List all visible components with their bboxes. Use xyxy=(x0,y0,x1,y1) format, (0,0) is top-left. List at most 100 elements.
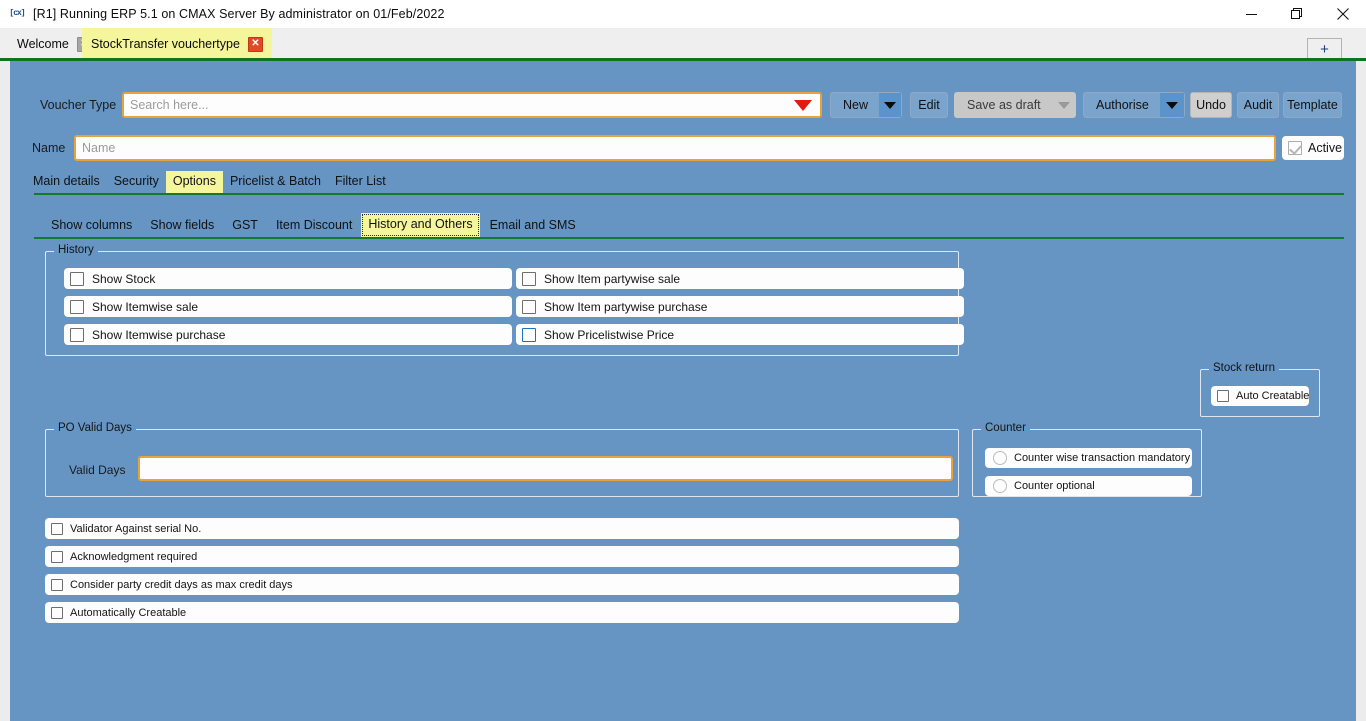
voucher-type-label: Voucher Type xyxy=(40,98,116,112)
option-label: Show Stock xyxy=(92,272,155,286)
checkbox-acknowledgment-required[interactable]: Acknowledgment required xyxy=(45,546,959,567)
checkbox-icon xyxy=(522,272,536,286)
new-button-label: New xyxy=(831,93,879,117)
radio-icon xyxy=(993,479,1007,493)
option-label: Automatically Creatable xyxy=(70,607,186,619)
subtab-show-columns[interactable]: Show columns xyxy=(43,215,141,237)
save-as-draft-button: Save as draft xyxy=(954,92,1076,118)
option-label: Validator Against serial No. xyxy=(70,523,201,535)
caret-down-icon[interactable] xyxy=(794,100,812,111)
add-tab-button[interactable]: + xyxy=(1307,38,1342,60)
application-body: Voucher Type Search here... New Edit Sav… xyxy=(10,61,1356,721)
option-label: Show Itemwise purchase xyxy=(92,328,225,342)
valid-days-input[interactable] xyxy=(138,456,953,481)
name-placeholder: Name xyxy=(82,141,115,155)
secondary-tabs-separator xyxy=(34,237,1344,239)
option-label: Counter optional xyxy=(1014,480,1095,492)
subtab-email-and-sms[interactable]: Email and SMS xyxy=(480,215,585,237)
radio-counter-optional[interactable]: Counter optional xyxy=(985,476,1192,496)
option-label: Show Pricelistwise Price xyxy=(544,328,674,342)
valid-days-label: Valid Days xyxy=(69,463,125,477)
checkbox-icon xyxy=(51,523,63,535)
checkbox-icon xyxy=(1288,141,1302,155)
chevron-down-icon[interactable] xyxy=(879,93,901,117)
audit-button[interactable]: Audit xyxy=(1237,92,1279,118)
checkbox-show-itemwise-purchase[interactable]: Show Itemwise purchase xyxy=(64,324,512,345)
checkbox-automatically-creatable[interactable]: Automatically Creatable xyxy=(45,602,959,623)
subtab-item-discount[interactable]: Item Discount xyxy=(267,215,361,237)
minimize-icon[interactable] xyxy=(1228,0,1274,28)
primary-tabs: Main details Security Options Pricelist … xyxy=(26,171,393,193)
option-label: Acknowledgment required xyxy=(70,551,197,563)
counter-group: Counter Counter wise transaction mandato… xyxy=(972,429,1202,497)
secondary-tabs: Show columns Show fields GST Item Discou… xyxy=(43,213,585,237)
voucher-type-search-input[interactable]: Search here... xyxy=(122,92,822,118)
subtab-show-fields[interactable]: Show fields xyxy=(141,215,223,237)
checkbox-consider-party-credit-days[interactable]: Consider party credit days as max credit… xyxy=(45,574,959,595)
option-label: Auto Creatable xyxy=(1236,390,1309,402)
tab-filter-list[interactable]: Filter List xyxy=(328,171,393,193)
tab-security[interactable]: Security xyxy=(107,171,166,193)
checkbox-auto-creatable[interactable]: Auto Creatable xyxy=(1211,386,1309,406)
option-label: Consider party credit days as max credit… xyxy=(70,579,293,591)
chevron-down-icon[interactable] xyxy=(1160,93,1184,117)
checkbox-icon xyxy=(522,300,536,314)
checkbox-show-item-partywise-purchase[interactable]: Show Item partywise purchase xyxy=(516,296,964,317)
name-label: Name xyxy=(32,141,65,155)
tab-main-details[interactable]: Main details xyxy=(26,171,107,193)
window-titlebar: [cx] [R1] Running ERP 5.1 on CMAX Server… xyxy=(0,0,1366,28)
edit-button[interactable]: Edit xyxy=(910,92,948,118)
checkbox-icon xyxy=(1217,390,1229,402)
stock-return-caption: Stock return xyxy=(1209,362,1279,374)
subtab-history-and-others[interactable]: History and Others xyxy=(361,213,479,237)
doc-tab-label: Welcome xyxy=(17,37,69,51)
name-input[interactable]: Name xyxy=(74,135,1276,161)
active-checkbox[interactable]: Active xyxy=(1282,136,1344,160)
checkbox-icon xyxy=(51,579,63,591)
po-valid-days-caption: PO Valid Days xyxy=(54,422,136,434)
doc-tab-stocktransfer-vouchertype[interactable]: StockTransfer vouchertype ✕ xyxy=(82,28,272,60)
checkbox-icon xyxy=(51,607,63,619)
doc-tab-label: StockTransfer vouchertype xyxy=(91,37,240,51)
checkbox-icon xyxy=(70,300,84,314)
checkbox-show-stock[interactable]: Show Stock xyxy=(64,268,512,289)
app-icon: [cx] xyxy=(9,6,25,22)
history-group-caption: History xyxy=(54,244,98,256)
window-controls xyxy=(1228,0,1366,28)
history-group: History Show Stock Show Itemwise sale Sh… xyxy=(45,251,959,356)
radio-counter-wise-transaction-mandatory[interactable]: Counter wise transaction mandatory xyxy=(985,448,1192,468)
checkbox-icon xyxy=(522,328,536,342)
tab-options[interactable]: Options xyxy=(166,171,223,193)
new-button[interactable]: New xyxy=(830,92,902,118)
option-label: Show Itemwise sale xyxy=(92,300,198,314)
tab-pricelist-and-batch[interactable]: Pricelist & Batch xyxy=(223,171,328,193)
option-label: Show Item partywise sale xyxy=(544,272,680,286)
save-as-draft-label: Save as draft xyxy=(955,93,1053,117)
checkbox-icon xyxy=(70,328,84,342)
primary-tabs-separator xyxy=(34,193,1344,195)
checkbox-icon xyxy=(70,272,84,286)
option-label: Counter wise transaction mandatory xyxy=(1014,452,1190,464)
counter-caption: Counter xyxy=(981,422,1030,434)
stock-return-group: Stock return Auto Creatable xyxy=(1200,369,1320,417)
doc-tab-close-icon[interactable]: ✕ xyxy=(248,37,263,52)
undo-button[interactable]: Undo xyxy=(1190,92,1232,118)
document-tabstrip: Welcome ✕ StockTransfer vouchertype ✕ xyxy=(0,28,1366,60)
radio-icon xyxy=(993,451,1007,465)
checkbox-show-item-partywise-sale[interactable]: Show Item partywise sale xyxy=(516,268,964,289)
active-label: Active xyxy=(1308,141,1342,155)
authorise-button[interactable]: Authorise xyxy=(1083,92,1185,118)
voucher-type-placeholder: Search here... xyxy=(130,98,209,112)
template-button[interactable]: Template xyxy=(1283,92,1342,118)
maximize-icon[interactable] xyxy=(1274,0,1320,28)
subtab-gst[interactable]: GST xyxy=(223,215,267,237)
checkbox-show-itemwise-sale[interactable]: Show Itemwise sale xyxy=(64,296,512,317)
checkbox-icon xyxy=(51,551,63,563)
option-label: Show Item partywise purchase xyxy=(544,300,707,314)
checkbox-show-pricelistwise-price[interactable]: Show Pricelistwise Price xyxy=(516,324,964,345)
checkbox-validator-against-serial-no[interactable]: Validator Against serial No. xyxy=(45,518,959,539)
close-icon[interactable] xyxy=(1320,0,1366,28)
authorise-button-label: Authorise xyxy=(1084,93,1160,117)
po-valid-days-group: PO Valid Days Valid Days xyxy=(45,429,959,497)
window-title: [R1] Running ERP 5.1 on CMAX Server By a… xyxy=(33,7,445,21)
